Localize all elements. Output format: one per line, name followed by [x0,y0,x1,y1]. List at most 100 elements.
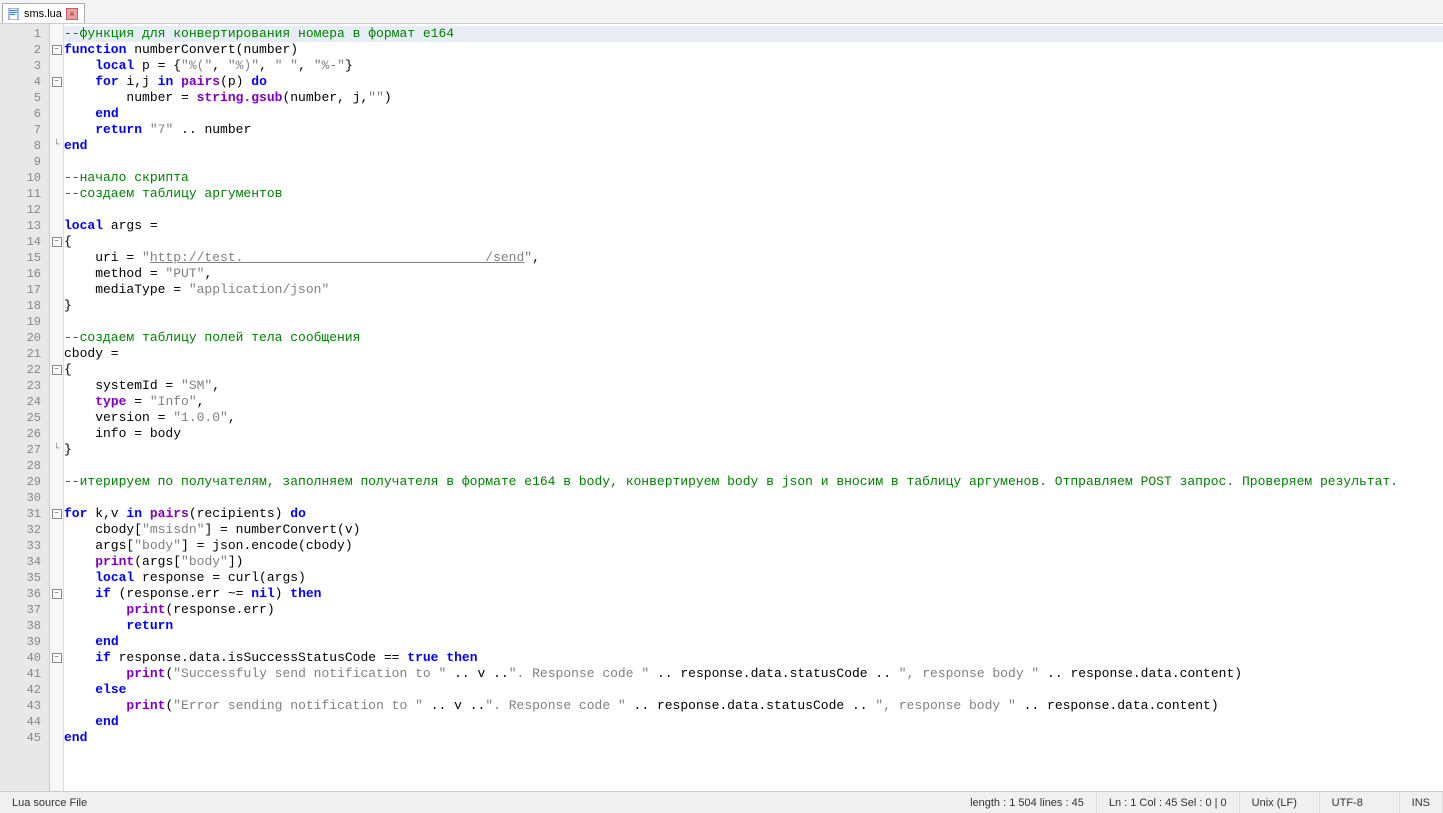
code-line[interactable]: number = string.gsub(number, j,"") [64,90,1443,106]
code-line[interactable]: end [64,714,1443,730]
fold-cell[interactable] [50,266,63,282]
fold-cell[interactable]: − [50,74,63,90]
code-line[interactable]: print(response.err) [64,602,1443,618]
code-line[interactable]: cbody["msisdn"] = numberConvert(v) [64,522,1443,538]
fold-cell[interactable] [50,682,63,698]
code-line[interactable]: systemId = "SM", [64,378,1443,394]
fold-cell[interactable] [50,250,63,266]
code-editor[interactable]: 1234567891011121314151617181920212223242… [0,24,1443,791]
close-icon[interactable]: × [66,8,78,20]
fold-cell[interactable] [50,378,63,394]
fold-cell[interactable] [50,202,63,218]
fold-cell[interactable] [50,602,63,618]
code-line[interactable]: --начало скрипта [64,170,1443,186]
code-line[interactable]: if (response.err ~= nil) then [64,586,1443,602]
fold-cell[interactable] [50,730,63,746]
status-encoding[interactable]: UTF-8 [1320,792,1400,813]
fold-toggle-icon[interactable]: − [52,237,62,247]
code-line[interactable]: end [64,106,1443,122]
fold-cell[interactable]: − [50,362,63,378]
file-tab[interactable]: sms.lua × [2,3,85,23]
fold-cell[interactable]: └ [50,442,63,458]
fold-cell[interactable] [50,474,63,490]
code-line[interactable]: { [64,234,1443,250]
fold-cell[interactable]: − [50,650,63,666]
code-line[interactable] [64,314,1443,330]
fold-cell[interactable] [50,314,63,330]
fold-cell[interactable] [50,538,63,554]
code-line[interactable]: } [64,442,1443,458]
code-line[interactable]: return "7" .. number [64,122,1443,138]
fold-cell[interactable] [50,458,63,474]
fold-cell[interactable]: − [50,42,63,58]
code-line[interactable] [64,154,1443,170]
fold-cell[interactable] [50,298,63,314]
code-line[interactable] [64,490,1443,506]
code-line[interactable]: local p = {"%(", "%)", " ", "%-"} [64,58,1443,74]
fold-cell[interactable] [50,618,63,634]
code-line[interactable]: for i,j in pairs(p) do [64,74,1443,90]
code-line[interactable]: end [64,634,1443,650]
fold-cell[interactable]: └ [50,138,63,154]
fold-cell[interactable] [50,426,63,442]
code-line[interactable]: print("Successfuly send notification to … [64,666,1443,682]
fold-toggle-icon[interactable]: − [52,45,62,55]
fold-cell[interactable] [50,522,63,538]
fold-cell[interactable] [50,714,63,730]
fold-cell[interactable] [50,490,63,506]
fold-cell[interactable] [50,634,63,650]
fold-cell[interactable] [50,570,63,586]
fold-cell[interactable] [50,106,63,122]
code-line[interactable]: { [64,362,1443,378]
code-line[interactable]: print(args["body"]) [64,554,1443,570]
fold-cell[interactable] [50,154,63,170]
fold-cell[interactable] [50,170,63,186]
code-line[interactable]: args["body"] = json.encode(cbody) [64,538,1443,554]
code-line[interactable]: type = "Info", [64,394,1443,410]
code-line[interactable]: --создаем таблицу аргументов [64,186,1443,202]
code-line[interactable]: uri = "http://test. /send", [64,250,1443,266]
fold-cell[interactable] [50,186,63,202]
code-line[interactable]: info = body [64,426,1443,442]
code-line[interactable]: version = "1.0.0", [64,410,1443,426]
fold-cell[interactable] [50,394,63,410]
fold-column[interactable]: − − └ − − └ − − − [50,24,64,791]
code-line[interactable]: --итерируем по получателям, заполняем по… [64,474,1443,490]
fold-cell[interactable] [50,282,63,298]
fold-cell[interactable] [50,346,63,362]
code-line[interactable]: else [64,682,1443,698]
code-line[interactable]: local response = curl(args) [64,570,1443,586]
fold-cell[interactable]: − [50,234,63,250]
fold-cell[interactable] [50,58,63,74]
code-line[interactable]: return [64,618,1443,634]
fold-cell[interactable] [50,410,63,426]
code-area[interactable]: --функция для конвертирования номера в ф… [64,24,1443,791]
code-line[interactable]: --функция для конвертирования номера в ф… [64,26,1443,42]
fold-cell[interactable] [50,122,63,138]
code-line[interactable]: mediaType = "application/json" [64,282,1443,298]
status-eol[interactable]: Unix (LF) [1240,792,1320,813]
fold-cell[interactable]: − [50,506,63,522]
status-mode[interactable]: INS [1400,792,1443,813]
fold-cell[interactable] [50,90,63,106]
fold-cell[interactable] [50,26,63,42]
fold-cell[interactable] [50,698,63,714]
code-line[interactable]: function numberConvert(number) [64,42,1443,58]
code-line[interactable]: method = "PUT", [64,266,1443,282]
code-line[interactable]: for k,v in pairs(recipients) do [64,506,1443,522]
fold-toggle-icon[interactable]: − [52,589,62,599]
code-line[interactable]: if response.data.isSuccessStatusCode == … [64,650,1443,666]
fold-toggle-icon[interactable]: − [52,653,62,663]
fold-cell[interactable] [50,554,63,570]
fold-cell[interactable]: − [50,586,63,602]
code-line[interactable] [64,458,1443,474]
fold-cell[interactable] [50,218,63,234]
fold-cell[interactable] [50,666,63,682]
code-line[interactable]: local args = [64,218,1443,234]
fold-toggle-icon[interactable]: − [52,365,62,375]
fold-cell[interactable] [50,330,63,346]
code-line[interactable]: } [64,298,1443,314]
code-line[interactable]: print("Error sending notification to " .… [64,698,1443,714]
code-line[interactable]: end [64,138,1443,154]
code-line[interactable] [64,202,1443,218]
